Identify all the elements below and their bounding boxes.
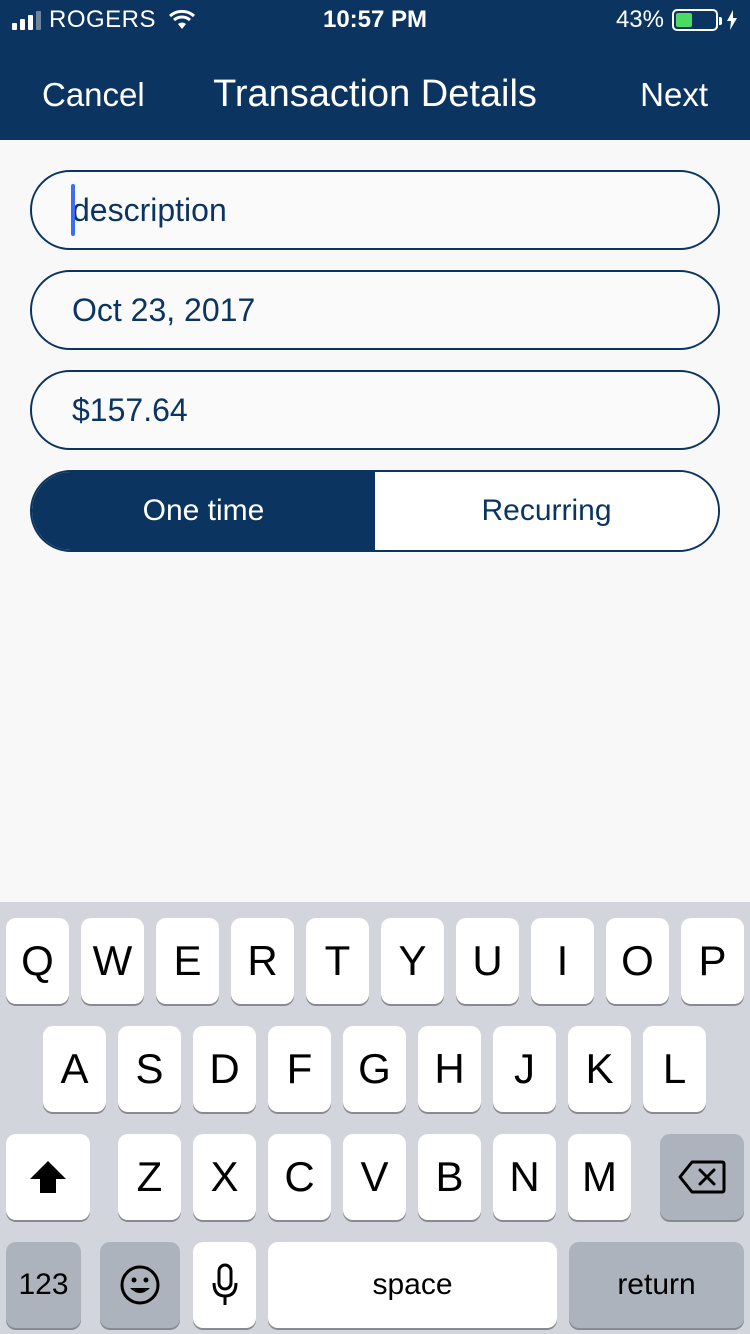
keyboard: Q W E R T Y U I O P A S D F G H J K L Z …	[0, 902, 750, 1334]
emoji-key[interactable]	[100, 1242, 180, 1328]
date-value: Oct 23, 2017	[72, 292, 256, 328]
battery-tip	[719, 17, 722, 25]
screen: ROGERS 10:57 PM 43% Cancel Transaction D…	[0, 0, 750, 1334]
key-u[interactable]: U	[456, 918, 519, 1004]
microphone-icon	[212, 1263, 237, 1305]
key-p[interactable]: P	[681, 918, 744, 1004]
amount-field[interactable]: $157.64	[30, 370, 720, 450]
key-n[interactable]: N	[493, 1134, 556, 1220]
charging-bolt-icon	[727, 10, 737, 30]
battery-icon	[672, 9, 722, 31]
recurring-segment[interactable]: Recurring	[375, 472, 718, 550]
key-x[interactable]: X	[193, 1134, 256, 1220]
next-button[interactable]: Next	[640, 76, 708, 114]
key-q[interactable]: Q	[6, 918, 69, 1004]
frequency-segmented-control: One time Recurring	[30, 470, 720, 552]
key-r[interactable]: R	[231, 918, 294, 1004]
backspace-key[interactable]	[660, 1134, 744, 1220]
backspace-icon	[678, 1160, 726, 1194]
key-k[interactable]: K	[568, 1026, 631, 1112]
key-l[interactable]: L	[643, 1026, 706, 1112]
return-key[interactable]: return	[569, 1242, 744, 1328]
key-j[interactable]: J	[493, 1026, 556, 1112]
date-field[interactable]: Oct 23, 2017	[30, 270, 720, 350]
key-z[interactable]: Z	[118, 1134, 181, 1220]
status-right: 43%	[616, 6, 738, 34]
battery-percent: 43%	[615, 6, 664, 33]
key-o[interactable]: O	[606, 918, 669, 1004]
navigation-bar: Cancel Transaction Details Next	[0, 40, 750, 140]
page-title: Transaction Details	[213, 73, 537, 115]
one-time-segment[interactable]: One time	[32, 472, 375, 550]
description-placeholder: description	[72, 192, 227, 228]
key-y[interactable]: Y	[381, 918, 444, 1004]
key-t[interactable]: T	[306, 918, 369, 1004]
amount-value: $157.64	[72, 392, 188, 428]
key-d[interactable]: D	[193, 1026, 256, 1112]
microphone-key[interactable]	[193, 1242, 256, 1328]
emoji-icon	[120, 1265, 160, 1305]
key-f[interactable]: F	[268, 1026, 331, 1112]
key-c[interactable]: C	[268, 1134, 331, 1220]
status-bar: ROGERS 10:57 PM 43%	[0, 0, 750, 40]
numbers-key[interactable]: 123	[6, 1242, 81, 1328]
key-m[interactable]: M	[568, 1134, 631, 1220]
key-g[interactable]: G	[343, 1026, 406, 1112]
key-v[interactable]: V	[343, 1134, 406, 1220]
description-field[interactable]: description	[30, 170, 720, 250]
key-b[interactable]: B	[418, 1134, 481, 1220]
key-i[interactable]: I	[531, 918, 594, 1004]
key-h[interactable]: H	[418, 1026, 481, 1112]
top-bar: ROGERS 10:57 PM 43% Cancel Transaction D…	[0, 0, 750, 140]
shift-icon	[30, 1161, 66, 1193]
key-a[interactable]: A	[43, 1026, 106, 1112]
space-key[interactable]: space	[268, 1242, 557, 1328]
shift-key[interactable]	[6, 1134, 90, 1220]
text-caret	[71, 184, 75, 236]
battery-fill	[676, 13, 692, 27]
key-e[interactable]: E	[156, 918, 219, 1004]
key-s[interactable]: S	[118, 1026, 181, 1112]
key-w[interactable]: W	[81, 918, 144, 1004]
